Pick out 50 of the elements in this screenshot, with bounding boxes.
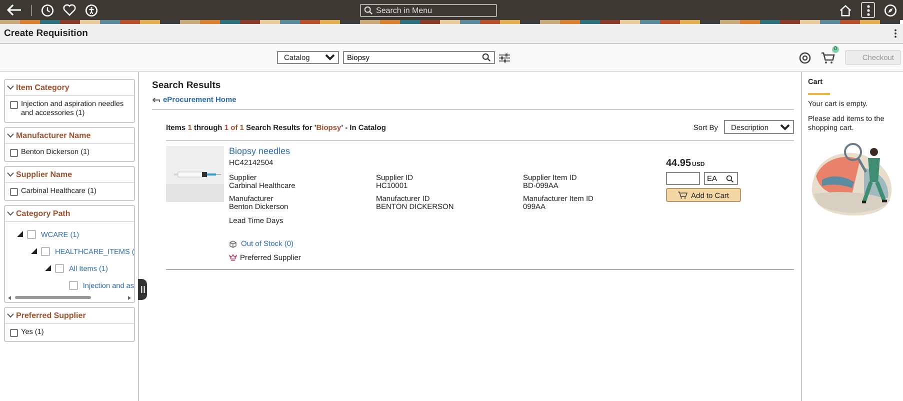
chevron-icon xyxy=(7,85,14,90)
checkbox[interactable] xyxy=(10,101,18,109)
checkbox[interactable] xyxy=(27,230,36,238)
chevron-icon xyxy=(7,132,14,138)
return-arrow-icon xyxy=(152,96,160,102)
page-title: Create Requisition xyxy=(4,28,88,39)
kebab-icon[interactable] xyxy=(894,29,897,38)
checkbox[interactable] xyxy=(10,328,18,336)
search-icon xyxy=(364,6,373,14)
menu-search-field[interactable]: Search in Menu xyxy=(360,4,497,16)
home-icon[interactable] xyxy=(839,4,852,16)
compass-icon[interactable] xyxy=(884,4,897,16)
accessibility-icon[interactable] xyxy=(85,4,98,16)
box-icon xyxy=(229,240,237,248)
chevron-icon xyxy=(7,172,14,176)
filter-header[interactable]: Supplier Name xyxy=(5,166,134,182)
checkbox[interactable] xyxy=(41,246,50,256)
chevron-icon xyxy=(7,312,14,318)
section-title: Search Results xyxy=(152,80,222,91)
more-actions-button[interactable] xyxy=(861,2,875,18)
expand-triangle-icon[interactable] xyxy=(17,231,23,237)
search-icon[interactable] xyxy=(482,53,491,62)
search-icon[interactable] xyxy=(726,174,734,182)
pause-icon xyxy=(140,286,144,293)
collapse-handle[interactable] xyxy=(138,279,147,300)
quantity-field[interactable] xyxy=(666,172,700,185)
scroll-right-icon[interactable] xyxy=(128,296,131,300)
scroll-left-icon[interactable] xyxy=(8,296,11,300)
cart-icon[interactable] xyxy=(821,52,835,64)
expand-triangle-icon[interactable] xyxy=(45,265,51,271)
crown-icon xyxy=(229,254,237,261)
price: 44.95 xyxy=(666,158,692,169)
clock-icon[interactable] xyxy=(41,4,54,16)
filter-header[interactable]: Preferred Supplier xyxy=(5,308,134,324)
kebab-icon xyxy=(866,4,870,16)
heart-icon[interactable] xyxy=(63,4,76,16)
expand-triangle-icon[interactable] xyxy=(31,248,37,254)
filter-header[interactable]: Item Category xyxy=(5,80,134,96)
item-name-link[interactable]: Biopsy needles xyxy=(229,146,666,156)
checkbox[interactable] xyxy=(10,188,18,196)
filter-header[interactable]: Manufacturer Name xyxy=(5,128,134,144)
back-arrow-icon[interactable] xyxy=(6,4,22,16)
chevron-icon xyxy=(7,210,14,216)
filter-header[interactable]: Category Path xyxy=(5,206,134,222)
checkbox[interactable] xyxy=(68,280,78,290)
checkbox[interactable] xyxy=(55,264,64,272)
checkbox[interactable] xyxy=(10,148,18,156)
filter-sliders-icon[interactable] xyxy=(499,52,510,62)
settings-icon[interactable] xyxy=(799,52,811,64)
cart-icon xyxy=(678,191,688,199)
